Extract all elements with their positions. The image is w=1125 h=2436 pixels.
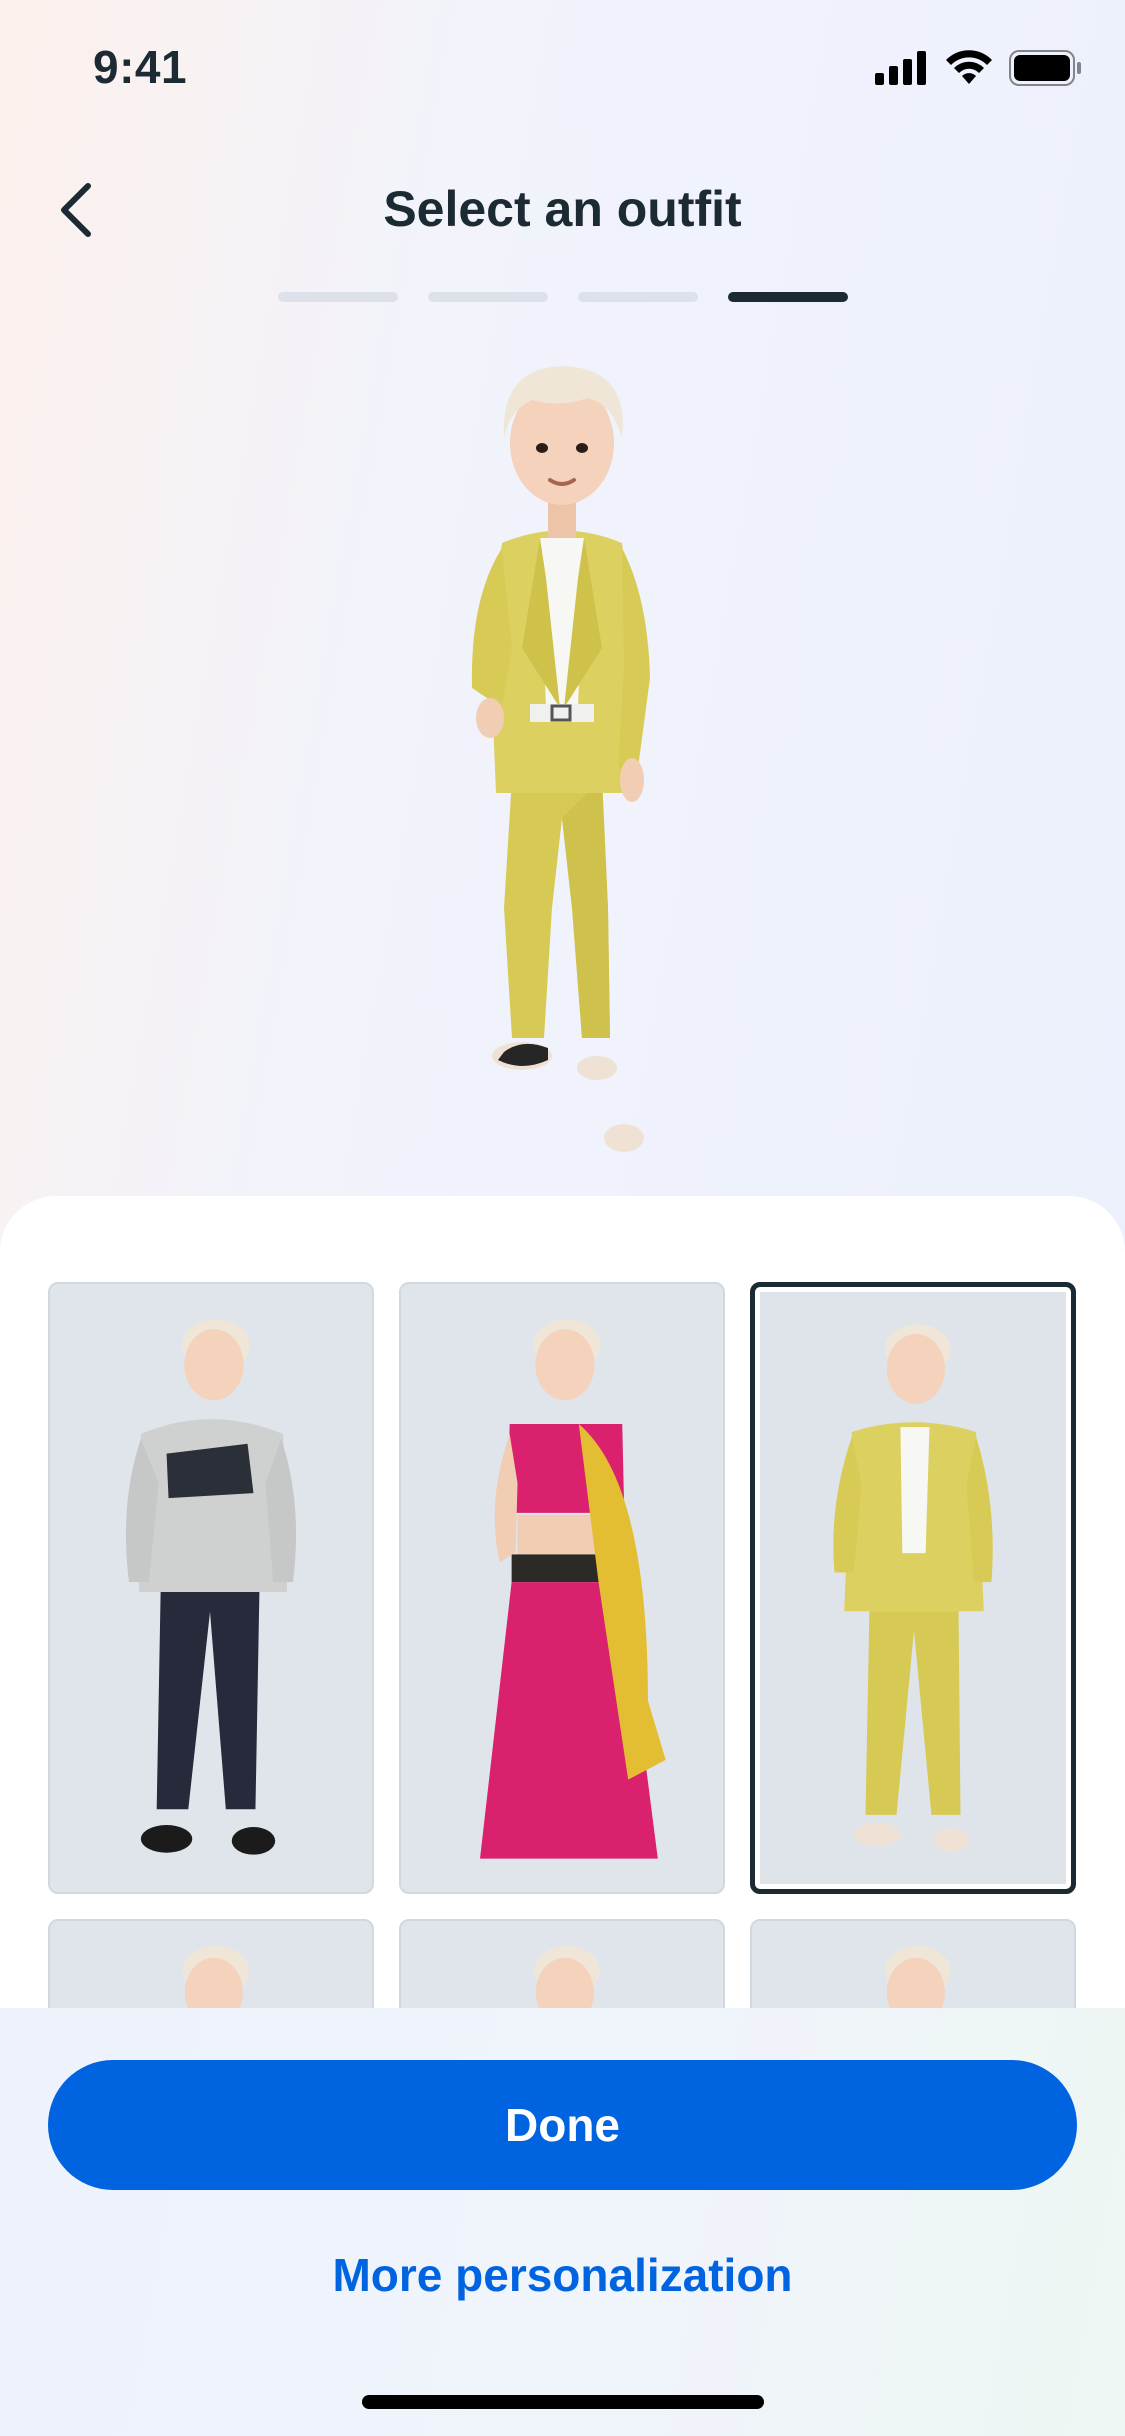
done-button[interactable]: Done [48,2060,1077,2190]
progress-steps [278,292,848,302]
wifi-icon [946,50,992,84]
progress-step [578,292,698,302]
battery-icon [1009,50,1081,86]
more-personalization-link[interactable]: More personalization [0,2248,1125,2302]
status-time: 9:41 [93,41,188,93]
progress-step [278,292,398,302]
signal-icon [875,51,926,85]
progress-step [428,292,548,302]
status-icons [875,48,1083,88]
progress-step-current [728,292,848,302]
page-title: Select an outfit [383,181,742,237]
avatar-preview [412,348,712,1168]
outfit-tile-hoodie[interactable] [48,1282,374,1894]
outfit-tile-lehenga[interactable] [399,1282,725,1894]
outfit-tile-yellow-suit[interactable] [750,1282,1076,1894]
home-indicator [362,2395,764,2409]
